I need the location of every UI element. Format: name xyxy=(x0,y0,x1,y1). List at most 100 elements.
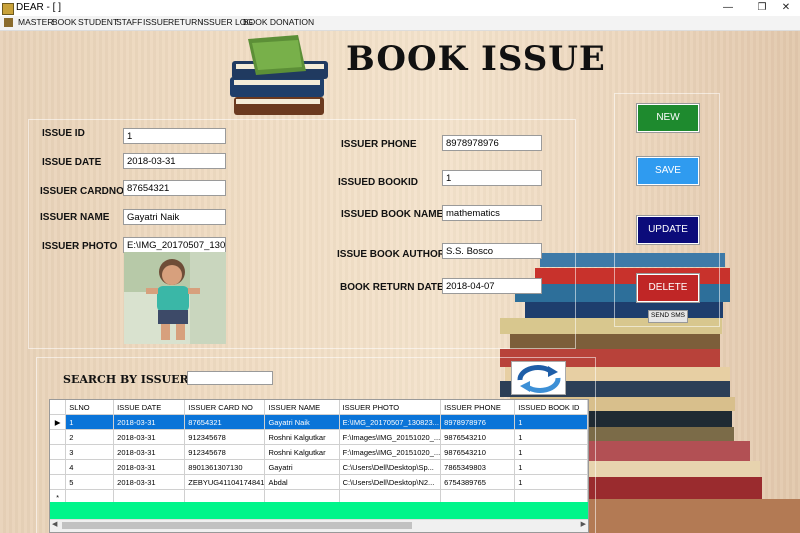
column-header-issuer-photo[interactable]: ISSUER PHOTO xyxy=(339,400,442,415)
cell-name[interactable]: Abdal xyxy=(264,474,340,490)
column-header-issuer-phone[interactable]: ISSUER PHONE xyxy=(440,400,516,415)
cell-book-id[interactable]: 1 xyxy=(514,444,588,460)
new-button[interactable]: NEW xyxy=(637,104,699,132)
book-issue-form: BOOK ISSUE ISSUE ID 1 ISSUE DATE 2018-03… xyxy=(0,31,800,533)
menu-book[interactable]: BOOK xyxy=(52,17,77,27)
close-button[interactable]: ✕ xyxy=(772,0,800,16)
send-sms-button[interactable]: SEND SMS xyxy=(648,310,688,323)
column-header-issuer-name[interactable]: ISSUER NAME xyxy=(264,400,340,415)
table-row[interactable]: 4 2018-03-31 8901361307130 Gayatri C:\Us… xyxy=(50,459,588,475)
cell-phone[interactable]: 7865349803 xyxy=(440,459,516,475)
cell-photo[interactable]: C:\Users\Dell\Desktop\Sp... xyxy=(339,459,442,475)
cell-book-id[interactable]: 1 xyxy=(514,429,588,445)
menu-bar: MASTER BOOK STUDENT STAFF ISSUE RETURN I… xyxy=(0,16,800,31)
cell-name[interactable]: Roshni Kalgutkar xyxy=(264,429,340,445)
cell-phone[interactable]: 6754389765 xyxy=(440,474,516,490)
cell-slno[interactable]: 3 xyxy=(65,444,115,460)
cell-card-no[interactable]: ZEBYUG41104174841 xyxy=(184,474,266,490)
issue-details-panel xyxy=(28,119,576,349)
row-header[interactable] xyxy=(50,429,67,445)
cell-phone[interactable]: 9876543210 xyxy=(440,444,516,460)
cell-slno[interactable]: 5 xyxy=(65,474,115,490)
cell-name[interactable]: Gayatri Naik xyxy=(264,414,340,430)
issuer-photo-label: ISSUER PHOTO xyxy=(42,241,118,252)
issuer-cardno-field[interactable]: 87654321 xyxy=(123,180,226,196)
grid-background-area xyxy=(50,502,588,519)
menu-student[interactable]: STUDENT xyxy=(78,17,118,27)
cell-phone[interactable]: 8978978976 xyxy=(440,414,516,430)
issuer-cardno-label: ISSUER CARDNO xyxy=(40,186,124,197)
column-header-issued-book-id[interactable]: ISSUED BOOK ID xyxy=(514,400,588,415)
cell-slno[interactable]: 2 xyxy=(65,429,115,445)
cell-photo[interactable]: E:\IMG_20170507_130823... xyxy=(339,414,442,430)
row-header[interactable] xyxy=(50,474,67,490)
issuer-name-label: ISSUER NAME xyxy=(40,212,110,223)
menu-issue[interactable]: ISSUE xyxy=(143,17,169,27)
cell-card-no[interactable]: 912345678 xyxy=(184,429,266,445)
menu-return[interactable]: RETURN xyxy=(168,17,203,27)
book-return-date-field[interactable]: 2018-04-07 xyxy=(442,278,542,294)
save-button[interactable]: SAVE xyxy=(637,157,699,185)
menu-book-donation[interactable]: BOOK DONATION xyxy=(243,17,314,27)
delete-button[interactable]: DELETE xyxy=(637,274,699,302)
search-input[interactable] xyxy=(187,371,273,385)
issuer-phone-label: ISSUER PHONE xyxy=(341,139,417,150)
cell-photo[interactable]: C:\Users\Dell\Desktop\N2... xyxy=(339,474,442,490)
table-row[interactable]: 5 2018-03-31 ZEBYUG41104174841 Abdal C:\… xyxy=(50,474,588,490)
row-header[interactable] xyxy=(50,459,67,475)
cell-book-id[interactable]: 1 xyxy=(514,414,588,430)
cell-card-no[interactable]: 912345678 xyxy=(184,444,266,460)
cell-book-id[interactable]: 1 xyxy=(514,459,588,475)
horizontal-scrollbar[interactable]: ◀ ▶ xyxy=(50,519,588,532)
issued-book-name-field[interactable]: mathematics xyxy=(442,205,542,221)
scroll-left-icon[interactable]: ◀ xyxy=(52,520,57,528)
issues-grid[interactable]: SLNO ISSUE DATE ISSUER CARD NO ISSUER NA… xyxy=(49,399,589,533)
window-title: DEAR - [ ] xyxy=(16,2,62,13)
table-row[interactable]: 2 2018-03-31 912345678 Roshni Kalgutkar … xyxy=(50,429,588,445)
cell-slno[interactable]: 4 xyxy=(65,459,115,475)
update-button[interactable]: UPDATE xyxy=(637,216,699,244)
column-header-slno[interactable]: SLNO xyxy=(65,400,115,415)
menu-master[interactable]: MASTER xyxy=(18,17,53,27)
cell-book-id[interactable]: 1 xyxy=(514,474,588,490)
cell-photo[interactable]: F:\Images\IMG_20151020_... xyxy=(339,429,442,445)
books-icon xyxy=(230,35,328,115)
issuer-photo xyxy=(124,252,226,344)
scrollbar-thumb[interactable] xyxy=(62,522,412,529)
minimize-button[interactable]: — xyxy=(714,0,742,16)
issues-table: SLNO ISSUE DATE ISSUER CARD NO ISSUER NA… xyxy=(50,400,588,505)
issuer-photo-path-field[interactable]: E:\IMG_20170507_130823... xyxy=(123,237,226,253)
cell-issue-date[interactable]: 2018-03-31 xyxy=(113,429,186,445)
issued-bookid-field[interactable]: 1 xyxy=(442,170,542,186)
cell-issue-date[interactable]: 2018-03-31 xyxy=(113,474,186,490)
issued-book-name-label: ISSUED BOOK NAME xyxy=(341,209,444,220)
issuer-phone-field[interactable]: 8978978976 xyxy=(442,135,542,151)
scroll-right-icon[interactable]: ▶ xyxy=(581,520,586,528)
row-header[interactable] xyxy=(50,444,67,460)
table-row[interactable]: 3 2018-03-31 912345678 Roshni Kalgutkar … xyxy=(50,444,588,460)
menu-staff[interactable]: STAFF xyxy=(116,17,142,27)
cell-card-no[interactable]: 8901361307130 xyxy=(184,459,266,475)
cell-issue-date[interactable]: 2018-03-31 xyxy=(113,444,186,460)
column-header-issue-date[interactable]: ISSUE DATE xyxy=(113,400,186,415)
cell-card-no[interactable]: 87654321 xyxy=(184,414,266,430)
column-header-issuer-card-no[interactable]: ISSUER CARD NO xyxy=(184,400,266,415)
book-return-date-label: BOOK RETURN DATE xyxy=(340,282,444,293)
issue-id-field[interactable]: 1 xyxy=(123,128,226,144)
cell-name[interactable]: Roshni Kalgutkar xyxy=(264,444,340,460)
cell-issue-date[interactable]: 2018-03-31 xyxy=(113,414,186,430)
cell-issue-date[interactable]: 2018-03-31 xyxy=(113,459,186,475)
refresh-button[interactable] xyxy=(511,361,566,395)
mdi-icon xyxy=(4,18,13,27)
issue-book-author-field[interactable]: S.S. Bosco xyxy=(442,243,542,259)
cell-slno[interactable]: 1 xyxy=(65,414,115,430)
issue-book-author-label: ISSUE BOOK AUTHOR xyxy=(337,249,445,260)
cell-photo[interactable]: F:\Images\IMG_20151020_... xyxy=(339,444,442,460)
issue-date-label: ISSUE DATE xyxy=(42,157,102,168)
cell-phone[interactable]: 9876543210 xyxy=(440,429,516,445)
refresh-icon xyxy=(517,365,561,393)
cell-name[interactable]: Gayatri xyxy=(264,459,340,475)
issuer-name-field[interactable]: Gayatri Naik xyxy=(123,209,226,225)
table-row[interactable]: ▶ 1 2018-03-31 87654321 Gayatri Naik E:\… xyxy=(50,414,588,430)
issue-date-field[interactable]: 2018-03-31 xyxy=(123,153,226,169)
